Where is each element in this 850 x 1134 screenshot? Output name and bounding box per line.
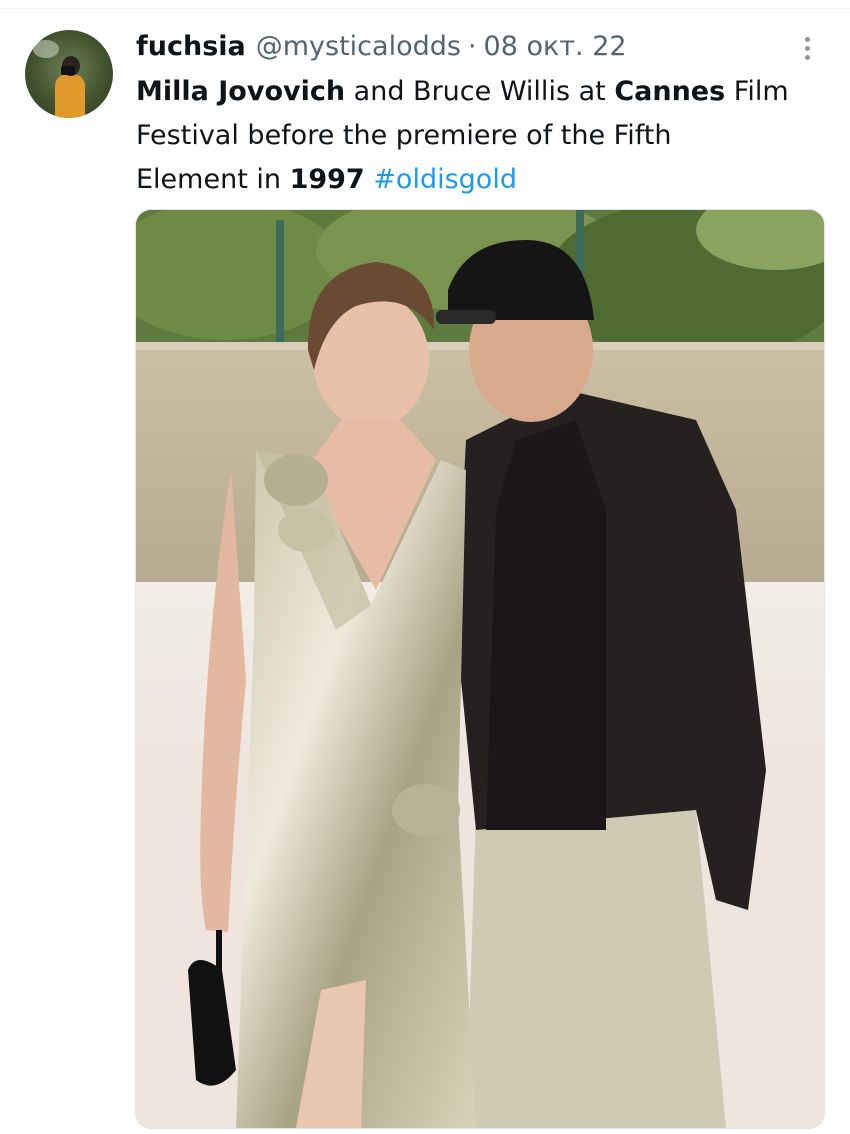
tweet-text-line-1: Milla Jovovich and Bruce Willis at Canne… <box>136 76 789 107</box>
tweet-text-line-3: Element in 1997 #oldisgold <box>136 164 517 195</box>
tweet-card[interactable]: fuchsia @mysticalodds · 08 окт. 22 Milla… <box>0 0 850 1134</box>
tweet-photo[interactable] <box>135 209 825 1129</box>
photo-illustration <box>136 210 824 1128</box>
author-display-name[interactable]: fuchsia <box>136 31 246 62</box>
tweet-text: Milla Jovovich and Bruce Willis at Canne… <box>136 70 836 202</box>
header-separator: · <box>467 30 477 62</box>
tweet-date[interactable]: 08 окт. 22 <box>484 31 627 62</box>
author-handle[interactable]: @mysticalodds <box>256 31 461 62</box>
user-avatar[interactable] <box>25 30 113 118</box>
tweet-header: fuchsia @mysticalodds · 08 окт. 22 <box>136 26 627 66</box>
more-options-button[interactable] <box>790 30 824 66</box>
more-vertical-icon <box>804 36 810 42</box>
hashtag-link[interactable]: #oldisgold <box>373 164 517 195</box>
tweet-text-line-2: Festival before the premiere of the Fift… <box>136 120 672 151</box>
